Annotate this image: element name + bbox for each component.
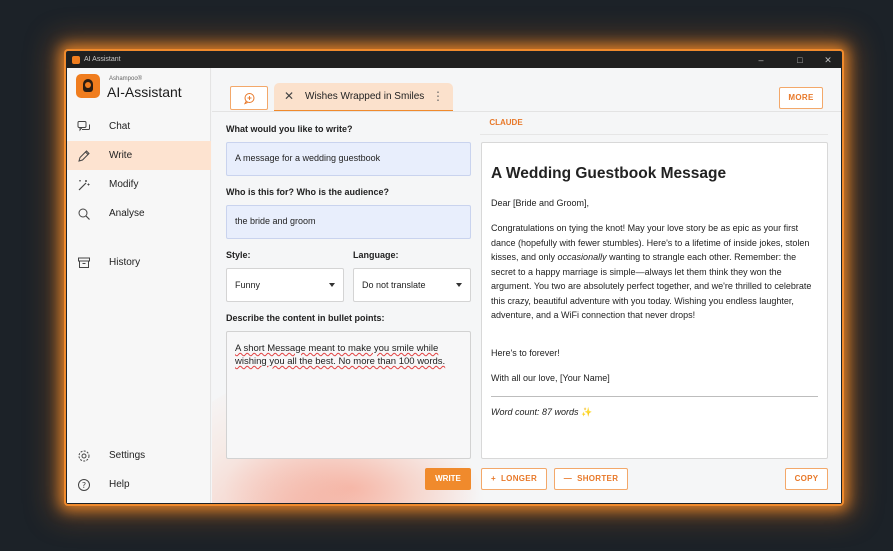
style-select[interactable]: Funny (226, 268, 344, 302)
magic-wand-icon (78, 180, 90, 191)
app-window: AI Assistant – □ ✕ Ashampoo® AI-Assistan… (67, 52, 841, 503)
close-tab-icon[interactable]: ✕ (284, 89, 294, 103)
chevron-down-icon (456, 283, 462, 287)
app-icon (72, 56, 80, 64)
write-button[interactable]: WRITE (425, 468, 471, 490)
output-closing: Here's to forever! (491, 348, 560, 358)
output-heading: A Wedding Guestbook Message (491, 165, 727, 182)
word-count: Word count: 87 words ✨ (491, 407, 593, 417)
sidebar: Ashampoo® AI-Assistant Chat Write Modify… (67, 68, 211, 503)
sidebar-item-label: Modify (109, 179, 139, 190)
tab-label: Wishes Wrapped in Smiles (305, 91, 425, 102)
brand-logo-icon (76, 74, 100, 98)
window-title: AI Assistant (84, 56, 121, 63)
main-panel: ✕ Wishes Wrapped in Smiles ⋮ MORE What w… (212, 68, 841, 503)
language-select[interactable]: Do not translate (353, 268, 471, 302)
maximize-icon[interactable]: □ (793, 53, 807, 67)
tab-menu-icon[interactable]: ⋮ (432, 89, 444, 103)
brand-vendor: Ashampoo® (109, 76, 143, 82)
output-greeting: Dear [Bride and Groom], (491, 198, 590, 208)
bullets-label: Describe the content in bullet points: (226, 313, 385, 323)
tab-claude[interactable]: CLAUDE (480, 111, 532, 135)
sidebar-item-chat[interactable]: Chat (67, 112, 211, 141)
bullets-text: A short Message meant to make you smile … (235, 343, 446, 367)
gear-icon (78, 450, 90, 462)
output-signature: With all our love, [Your Name] (491, 373, 610, 383)
chat-bubbles-icon (77, 121, 90, 132)
archive-box-icon (78, 257, 90, 268)
sidebar-item-label: Settings (109, 450, 146, 461)
style-value: Funny (235, 280, 261, 290)
bullets-textarea[interactable]: A short Message meant to make you smile … (226, 331, 471, 459)
sidebar-item-help[interactable]: ? Help (67, 470, 211, 499)
audience-input[interactable]: the bride and groom (226, 205, 471, 239)
close-icon[interactable]: ✕ (821, 53, 835, 67)
chevron-down-icon (329, 283, 335, 287)
sidebar-item-analyse[interactable]: Analyse (67, 199, 211, 228)
chat-add-icon (243, 93, 255, 105)
what-label: What would you like to write? (226, 124, 353, 134)
language-value: Do not translate (362, 280, 426, 290)
audience-label: Who is this for? Who is the audience? (226, 187, 390, 197)
plus-icon: + (490, 474, 501, 483)
sidebar-item-modify[interactable]: Modify (67, 170, 211, 199)
pen-icon (78, 150, 90, 162)
shorter-button[interactable]: — SHORTER (554, 468, 628, 490)
output-body: Congratulations on tying the knot! May y… (491, 223, 812, 320)
minimize-icon[interactable]: – (754, 53, 768, 67)
more-button[interactable]: MORE (779, 87, 823, 109)
sidebar-item-label: Chat (109, 121, 131, 132)
sidebar-item-label: History (109, 257, 141, 268)
sidebar-item-write[interactable]: Write (67, 141, 211, 170)
title-bar: AI Assistant – □ ✕ (67, 52, 841, 68)
sidebar-item-history[interactable]: History (67, 248, 211, 277)
minus-icon: — (563, 474, 578, 483)
language-label: Language: (353, 250, 399, 260)
longer-button[interactable]: + LONGER (481, 468, 547, 490)
divider (480, 134, 828, 135)
sidebar-item-label: Help (109, 479, 130, 490)
new-chat-button[interactable] (230, 86, 268, 110)
tab-wishes-wrapped[interactable]: ✕ Wishes Wrapped in Smiles ⋮ (274, 83, 453, 112)
output-panel: A Wedding Guestbook Message Dear [Bride … (481, 142, 828, 459)
search-icon (78, 208, 90, 220)
sparkle-icon: ✨ (581, 407, 593, 417)
help-icon: ? (78, 479, 90, 491)
brand-name: AI-Assistant (107, 84, 182, 100)
what-input[interactable]: A message for a wedding guestbook (226, 142, 471, 176)
sidebar-item-settings[interactable]: Settings (67, 441, 211, 470)
sidebar-item-label: Analyse (109, 208, 145, 219)
sidebar-item-label: Write (109, 150, 133, 161)
divider (491, 396, 818, 397)
svg-text:?: ? (82, 481, 86, 490)
copy-button[interactable]: COPY (785, 468, 828, 490)
style-label: Style: (226, 250, 251, 260)
